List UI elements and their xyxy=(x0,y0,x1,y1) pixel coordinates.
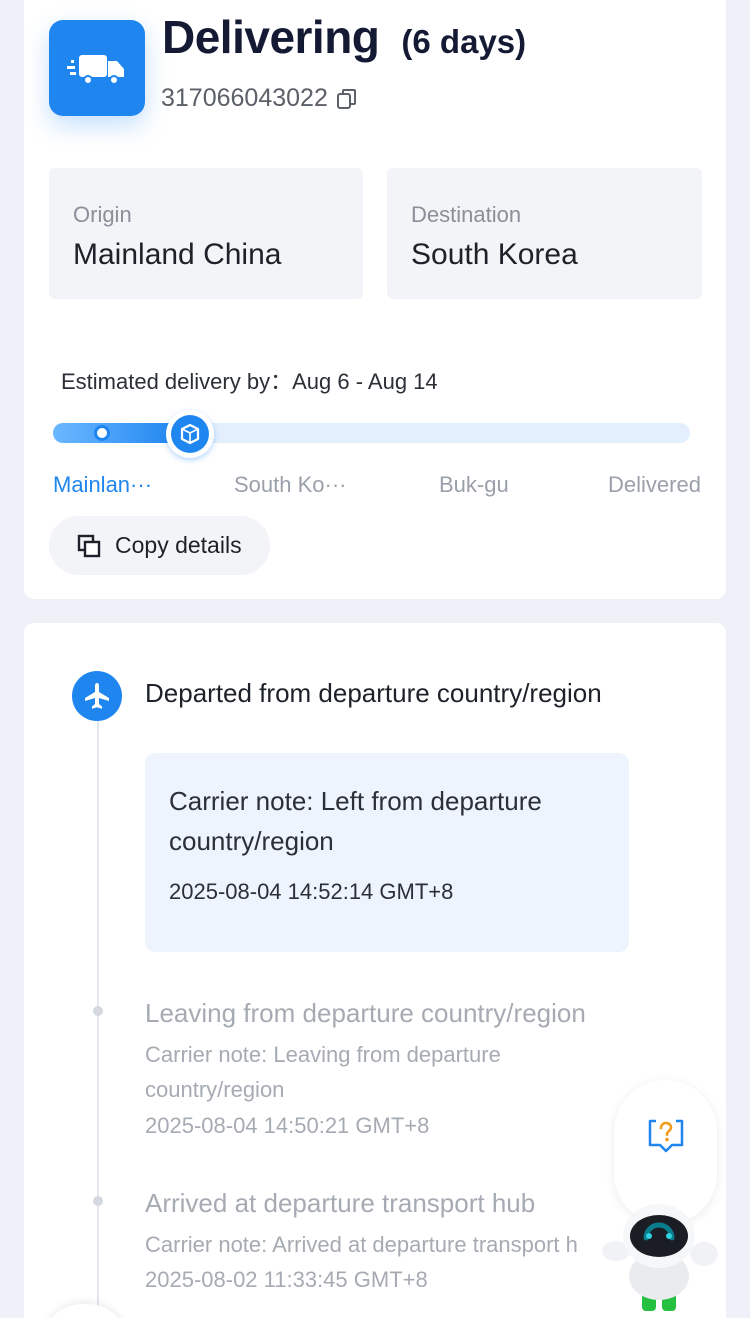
event-note: Carrier note: Leaving from departure cou… xyxy=(145,1042,501,1102)
progress-start-dot xyxy=(94,425,110,441)
copy-details-button[interactable]: Copy details xyxy=(49,516,270,575)
event-time: 2025-08-04 14:52:14 GMT+8 xyxy=(169,879,454,904)
stage-destination-country: South Ko··· xyxy=(234,472,347,497)
copy-details-label: Copy details xyxy=(115,532,242,558)
event-note: Carrier note: Arrived at departure trans… xyxy=(145,1232,578,1257)
copy-icon[interactable] xyxy=(336,88,358,110)
progress-track xyxy=(53,423,690,443)
status-title: Delivering xyxy=(162,11,380,63)
stage-city: Buk-gu xyxy=(439,472,509,497)
destination-value: South Korea xyxy=(411,238,578,271)
truck-icon xyxy=(49,20,145,116)
status-duration: (6 days) xyxy=(401,23,527,60)
event-note: Carrier note: Left from departure countr… xyxy=(169,786,542,856)
status-heading: Delivering (6 days) xyxy=(162,10,526,64)
copy-icon xyxy=(77,534,101,558)
destination-label: Destination xyxy=(411,202,522,227)
destination-box: Destination South Korea xyxy=(387,168,702,299)
event-time: 2025-08-04 14:50:21 GMT+8 xyxy=(145,1113,430,1138)
event-title: Departed from departure country/region xyxy=(145,678,602,708)
shipment-summary-card: Delivering (6 days) 317066043022 Origin M… xyxy=(24,0,726,599)
timeline-dot xyxy=(93,1196,103,1206)
stage-origin: Mainlan··· xyxy=(53,472,153,497)
event-title: Arrived at departure transport hub xyxy=(145,1188,536,1218)
progress-knob xyxy=(166,410,214,458)
event-title: Leaving from departure country/region xyxy=(145,998,586,1028)
event-time: 2025-08-02 11:33:45 GMT+8 xyxy=(145,1267,428,1292)
progress-fill xyxy=(53,423,181,443)
origin-label: Origin xyxy=(73,202,132,227)
event-note-box: Carrier note: Left from departure countr… xyxy=(145,753,629,952)
tracking-number: 317066043022 xyxy=(161,84,328,112)
estimated-delivery: Estimated delivery by：Aug 6 - Aug 14 xyxy=(61,369,438,394)
timeline-line xyxy=(97,718,99,1318)
assistant-robot-avatar[interactable] xyxy=(598,1196,720,1316)
tracking-number-row[interactable]: 317066043022 xyxy=(161,84,358,113)
origin-box: Origin Mainland China xyxy=(49,168,363,299)
box-icon xyxy=(171,415,209,453)
plane-icon xyxy=(72,671,122,721)
origin-value: Mainland China xyxy=(73,238,282,271)
stage-delivered: Delivered xyxy=(608,472,701,497)
timeline-dot xyxy=(93,1006,103,1016)
